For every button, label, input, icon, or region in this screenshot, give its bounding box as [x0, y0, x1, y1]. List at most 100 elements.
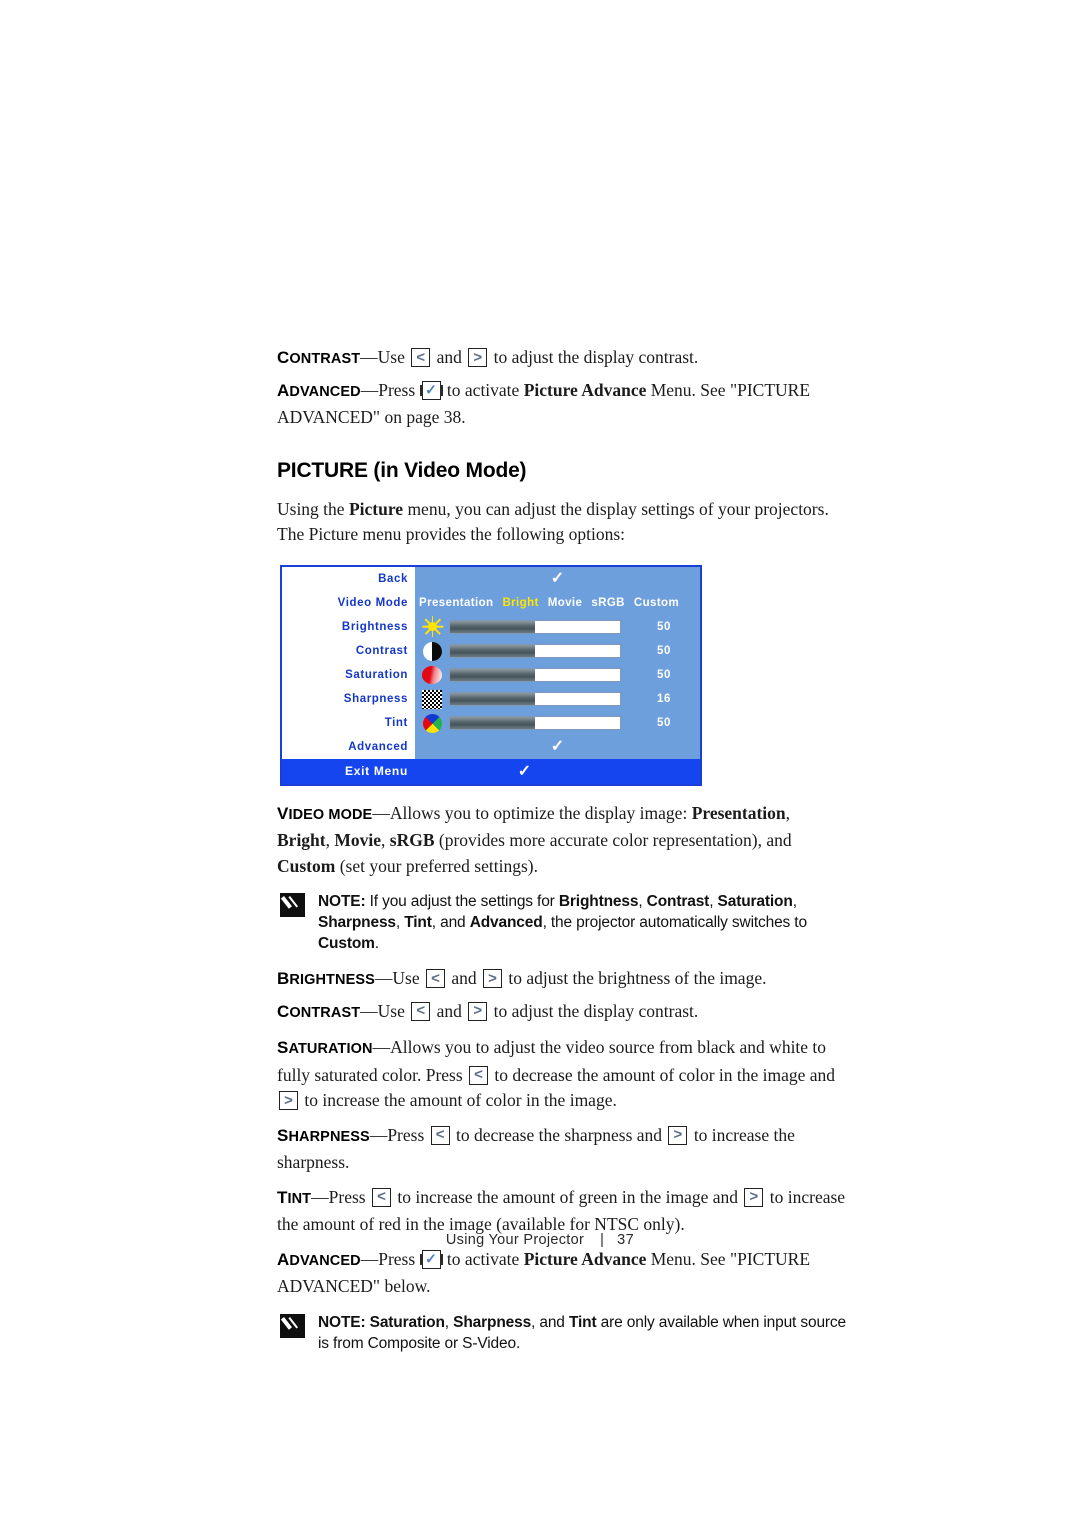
osd-row-tint[interactable]: Tint 50 [282, 710, 700, 735]
note-block-1: NOTE: If you adjust the settings for Bri… [280, 891, 847, 954]
right-arrow-key-icon: > [744, 1187, 764, 1207]
osd-menu: Back ✓ Video Mode Presentation Bright Mo… [280, 564, 702, 786]
note-1-advanced: Advanced [469, 914, 543, 931]
note-1-text: NOTE: If you adjust the settings for Bri… [318, 893, 807, 952]
term-sharpness: SHARPNESS [277, 1125, 370, 1145]
osd-menu-figure: Back ✓ Video Mode Presentation Bright Mo… [280, 564, 702, 786]
note-block-2: NOTE: Saturation, Sharpness, and Tint ar… [280, 1312, 847, 1354]
osd-row-contrast[interactable]: Contrast 50 [282, 638, 700, 663]
osd-row-advanced[interactable]: Advanced ✓ [282, 734, 700, 759]
osd-body-back: ✓ [415, 566, 700, 591]
left-arrow-key-icon: < [430, 1125, 450, 1145]
note-1-brightness: Brightness [558, 893, 639, 910]
osd-label-brightness: Brightness [282, 614, 415, 639]
osd-body-brightness: 50 [415, 614, 700, 639]
saturation-slider[interactable] [449, 667, 621, 682]
term-advanced: ADVANCED [277, 380, 361, 400]
brightness-and: and [451, 968, 477, 988]
mode-srgb: sRGB [389, 830, 435, 850]
video-mode-text-2: (provides more accurate color representa… [438, 830, 792, 850]
video-mode-presentation[interactable]: Presentation [419, 597, 493, 609]
osd-body-contrast: 50 [415, 638, 700, 663]
right-arrow-key-icon: > [483, 969, 503, 988]
check-icon: ✓ [517, 763, 532, 780]
contrast-and-text: and [436, 347, 462, 367]
osd-row-saturation[interactable]: Saturation 50 [282, 662, 700, 687]
osd-label-tint: Tint [282, 710, 415, 735]
section-heading: PICTURE (in Video Mode) [277, 458, 527, 482]
term-contrast: CONTRAST [277, 348, 361, 367]
page-footer: Using Your Projector | 37 [0, 1232, 1080, 1248]
osd-body-sharpness: 16 [415, 686, 700, 711]
sun-icon [421, 616, 443, 637]
lead-bold-picture: Picture [348, 498, 404, 519]
sharpness-text-2: to decrease the sharpness and [456, 1124, 663, 1145]
tint-value: 50 [657, 716, 671, 729]
paragraph-brightness: BRIGHTNESS—Use < and > to adjust the bri… [277, 966, 847, 994]
paragraph-contrast: CONTRAST—Use < and > to adjust the displ… [277, 999, 847, 1027]
brightness-value: 50 [657, 620, 671, 633]
page-content: CONTRAST—Use < and > to adjust the displ… [277, 345, 847, 1366]
term-contrast: CONTRAST [277, 1001, 361, 1021]
tint-text-1: —Press [311, 1186, 366, 1207]
osd-row-back[interactable]: Back ✓ [282, 566, 700, 591]
osd-body-saturation: 50 [415, 662, 700, 687]
mode-bright: Bright [277, 830, 326, 850]
note-2-sharpness: Sharpness [453, 1313, 532, 1331]
brightness-slider[interactable] [449, 619, 621, 634]
mode-presentation: Presentation [691, 802, 786, 823]
osd-label-exit-menu: Exit Menu [345, 764, 408, 778]
check-icon: ✓ [550, 737, 565, 755]
paragraph-contrast-top: CONTRAST—Use < and > to adjust the displ… [277, 345, 847, 373]
mode-movie: Movie [334, 830, 382, 850]
paragraph-video-mode: VIDEO MODE—Allows you to optimize the di… [277, 802, 792, 876]
osd-row-brightness[interactable]: Brightness 50 [282, 614, 700, 639]
osd-label-back: Back [282, 566, 415, 591]
osd-label-contrast: Contrast [282, 638, 415, 663]
osd-row-exit-menu[interactable]: Exit Menu ✓ [282, 758, 700, 784]
paragraph-advanced-top: ADVANCED—Press ✓ to activate Picture Adv… [277, 378, 847, 431]
note-1-text-1: If you adjust the settings for [369, 893, 555, 910]
video-mode-text-1: —Allows you to optimize the display imag… [372, 802, 688, 823]
saturation-icon [422, 666, 442, 684]
left-arrow-key-icon: < [469, 1065, 489, 1085]
term-tint: TINT [277, 1187, 312, 1207]
osd-label-saturation: Saturation [282, 662, 415, 687]
paragraph-sharpness: SHARPNESS—Press < to decrease the sharpn… [277, 1123, 847, 1176]
right-arrow-key-icon: > [468, 348, 488, 367]
tint-text-2: to increase the amount of green in the i… [397, 1186, 738, 1207]
note-1-and: and [440, 914, 466, 931]
tint-slider[interactable] [449, 715, 621, 730]
saturation-value: 50 [657, 668, 671, 681]
note-1-tint: Tint [404, 914, 432, 931]
left-arrow-key-icon: < [411, 1001, 431, 1021]
note-1-sharpness: Sharpness [318, 914, 396, 931]
osd-label-sharpness: Sharpness [282, 686, 415, 711]
video-mode-options: Presentation Bright Movie sRGB Custom [415, 597, 679, 609]
saturation-icon-cell [417, 664, 447, 686]
mode-custom: Custom [277, 855, 336, 876]
note-pen-icon [280, 1313, 305, 1338]
video-mode-bright-selected[interactable]: Bright [502, 597, 538, 609]
video-mode-movie[interactable]: Movie [548, 597, 583, 609]
tint-icon [422, 713, 442, 733]
osd-row-video-mode[interactable]: Video Mode Presentation Bright Movie sRG… [282, 590, 700, 615]
paragraph-lead: Using the Picture menu, you can adjust t… [277, 497, 847, 548]
left-arrow-key-icon: < [411, 348, 431, 367]
advanced-lead-text: —Press [360, 379, 416, 400]
paragraph-saturation: SATURATION—Allows you to adjust the vide… [277, 1035, 847, 1114]
term-advanced: ADVANCED [277, 1249, 361, 1269]
sharpness-slider[interactable] [449, 691, 621, 706]
paragraph-advanced: ADVANCED—Press ✓ to activate Picture Adv… [277, 1247, 847, 1300]
video-mode-srgb[interactable]: sRGB [591, 597, 625, 609]
brightness-text-3: to adjust the brightness of the image. [508, 968, 767, 988]
note-2-tint: Tint [568, 1313, 597, 1331]
osd-row-sharpness[interactable]: Sharpness 16 [282, 686, 700, 711]
contrast-slider[interactable] [449, 643, 621, 658]
video-mode-custom[interactable]: Custom [634, 597, 679, 609]
term-video-mode: VIDEO MODE [277, 803, 373, 823]
sharpness-icon-cell [417, 688, 447, 710]
sharpness-value: 16 [657, 692, 671, 705]
advanced-menu-name: Picture Advance [523, 379, 647, 400]
saturation-text-3: to increase the amount of color in the i… [304, 1090, 617, 1110]
